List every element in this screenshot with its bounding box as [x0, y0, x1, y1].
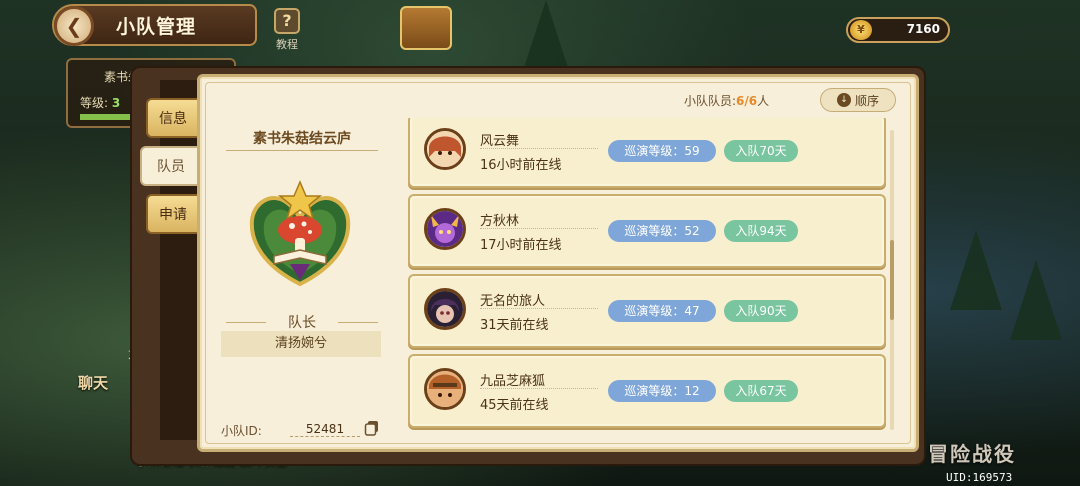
divider — [480, 308, 598, 309]
tab-members[interactable]: 队员 — [140, 146, 200, 186]
member-name: 风云舞 — [480, 134, 520, 149]
copy-icon[interactable] — [364, 420, 380, 436]
leader-name: 清扬婉兮 — [221, 331, 381, 357]
sort-button[interactable]: ↓ 顺序 — [820, 88, 896, 112]
member-avatar — [424, 368, 466, 410]
member-row[interactable]: 无名的旅人 31天前在线 巡演等级：47 入队90天 — [408, 274, 886, 348]
team-emblem — [249, 180, 351, 287]
patrol-level-badge: 巡演等级：12 — [608, 380, 716, 402]
member-row[interactable]: 风云舞 16小时前在线 巡演等级：59 入队70天 — [408, 118, 886, 188]
member-row[interactable]: 方秋林 17小时前在线 巡演等级：52 入队94天 — [408, 194, 886, 268]
member-last-online: 45天前在线 — [480, 398, 549, 413]
back-arrow-icon: ❮ — [65, 14, 83, 38]
patrol-level-badge: 巡演等级：47 — [608, 300, 716, 322]
patrol-level-badge: 巡演等级：52 — [608, 220, 716, 242]
team-id-value: 52481 — [290, 422, 360, 437]
bg-tree — [1010, 260, 1062, 340]
member-avatar — [424, 208, 466, 250]
member-name: 九品芝麻狐 — [480, 374, 546, 389]
member-list[interactable]: 风云舞 16小时前在线 巡演等级：59 入队70天 方秋林 17小时前在线 巡演… — [402, 118, 894, 440]
member-avatar — [424, 128, 466, 170]
page-title: 小队管理 — [116, 16, 197, 38]
divider — [480, 148, 598, 149]
join-days-badge: 入队90天 — [724, 300, 798, 322]
member-name: 方秋林 — [480, 214, 520, 229]
team-name: 素书朱菇结云庐 — [253, 131, 351, 147]
member-last-online: 16小时前在线 — [480, 158, 562, 173]
bg-tree — [950, 230, 1002, 310]
chat-button[interactable]: 聊天 — [78, 372, 108, 393]
member-last-online: 31天前在线 — [480, 318, 549, 333]
back-button[interactable]: ❮ — [54, 6, 94, 46]
sort-arrow-icon: ↓ — [836, 93, 851, 107]
currency-display[interactable]: ¥ 7160 — [846, 17, 950, 43]
member-count: 小队队员:6/6人 — [684, 94, 770, 108]
tutorial-button[interactable]: ? 教程 — [270, 8, 304, 51]
divider — [226, 150, 378, 151]
sort-label: 顺序 — [854, 93, 879, 108]
member-row[interactable]: 九品芝麻狐 45天前在线 巡演等级：12 入队67天 — [408, 354, 886, 428]
team-id-label: 小队ID: — [221, 424, 262, 438]
tab-info[interactable]: 信息 — [146, 98, 198, 138]
join-days-badge: 入队94天 — [724, 220, 798, 242]
user-id: UID:169573 — [946, 471, 1013, 484]
treasure-chest[interactable] — [400, 6, 452, 50]
divider — [480, 388, 598, 389]
list-scroll-thumb[interactable] — [890, 240, 894, 320]
patrol-level-badge: 巡演等级：59 — [608, 140, 716, 162]
adventure-button[interactable]: 冒险战役 — [928, 438, 1016, 467]
member-avatar — [424, 288, 466, 330]
tab-applications[interactable]: 申请 — [146, 194, 198, 234]
question-icon: ? — [274, 8, 300, 34]
join-days-badge: 入队67天 — [724, 380, 798, 402]
currency-value: 7160 — [906, 22, 940, 36]
background-card-level: 等级: 3 — [80, 96, 121, 110]
coin-icon: ¥ — [850, 20, 872, 40]
divider — [480, 228, 598, 229]
join-days-badge: 入队70天 — [724, 140, 798, 162]
leader-title: 队长 — [288, 315, 316, 331]
tutorial-label: 教程 — [276, 38, 298, 51]
member-name: 无名的旅人 — [480, 294, 546, 309]
member-last-online: 17小时前在线 — [480, 238, 562, 253]
